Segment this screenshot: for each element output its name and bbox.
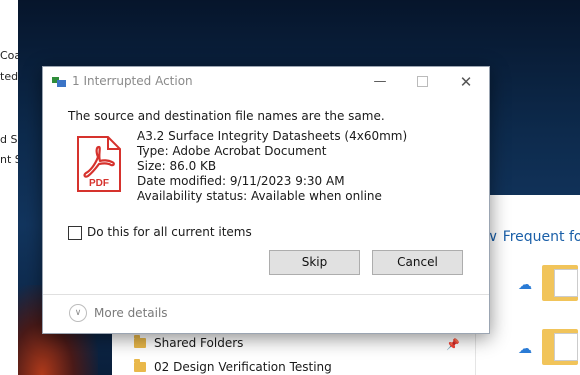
maximize-button [411, 71, 433, 93]
nav-item-label: 02 Design Verification Testing [154, 360, 332, 374]
file-date-modified: Date modified: 9/11/2023 9:30 AM [137, 174, 345, 188]
divider [43, 294, 489, 295]
file-details: A3.2 Surface Integrity Datasheets (4x60m… [137, 129, 407, 204]
file-size: Size: 86.0 KB [137, 159, 217, 173]
nav-item-shared-folders[interactable]: Shared Folders [134, 335, 244, 350]
dialog-title: 1 Interrupted Action [72, 74, 193, 88]
cancel-button[interactable]: Cancel [372, 250, 463, 275]
file-operation-icon [52, 77, 66, 87]
title-bar[interactable]: 1 Interrupted Action — ✕ [43, 67, 489, 97]
cloud-icon: ☁ [518, 341, 532, 357]
chevron-down-icon: ∨ [69, 304, 87, 322]
more-details-label: More details [94, 306, 168, 320]
file-availability: Availability status: Available when onli… [137, 189, 382, 203]
apply-to-all-label[interactable]: Do this for all current items [87, 225, 252, 239]
folder-thumbnail[interactable] [542, 265, 578, 301]
cloud-icon: ☁ [518, 277, 532, 293]
pin-icon[interactable]: 📌 [446, 338, 460, 351]
pdf-file-icon: PDF [77, 136, 121, 192]
file-type: Type: Adobe Acrobat Document [137, 144, 327, 158]
folder-icon [134, 359, 146, 372]
skip-button[interactable]: Skip [269, 250, 360, 275]
nav-item-design-verification[interactable]: 02 Design Verification Testing [134, 359, 332, 374]
file-name: A3.2 Surface Integrity Datasheets (4x60m… [137, 129, 408, 143]
explorer-content-pane: ∨ Frequent fol ☁ ☁ [475, 195, 580, 375]
minimize-button[interactable]: — [369, 71, 391, 93]
close-button[interactable]: ✕ [455, 71, 477, 93]
conflict-message: The source and destination file names ar… [68, 109, 385, 123]
truncated-text: ted [0, 70, 19, 83]
background-window-left: Coa ted d Sp nt S [0, 0, 24, 375]
apply-to-all-checkbox[interactable] [68, 226, 82, 240]
folder-thumbnail[interactable] [542, 329, 578, 365]
interrupted-action-dialog: 1 Interrupted Action — ✕ The source and … [42, 66, 490, 334]
pdf-icon-label: PDF [89, 178, 109, 189]
nav-item-label: Shared Folders [154, 336, 244, 350]
more-details-toggle[interactable]: ∨ More details [69, 304, 168, 322]
folder-icon [134, 335, 146, 348]
frequent-folders-header[interactable]: ∨ Frequent fol [488, 229, 580, 245]
